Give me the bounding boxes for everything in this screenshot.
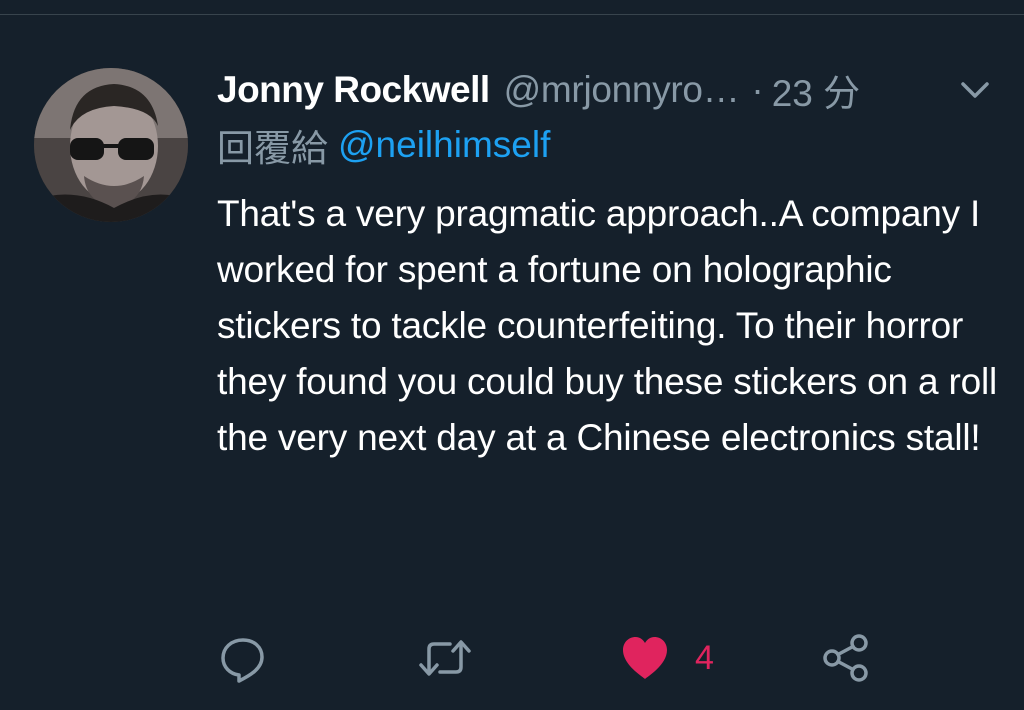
chevron-down-icon[interactable] (958, 77, 992, 103)
tweet-header: Jonny Rockwell @mrjonnyro… · 23 分 (217, 67, 997, 114)
retweet-icon (419, 640, 471, 676)
avatar[interactable] (34, 68, 188, 222)
author-handle[interactable]: @mrjonnyro… (504, 69, 740, 111)
retweet-button[interactable] (418, 633, 472, 683)
like-button[interactable]: 4 (621, 633, 714, 683)
share-button[interactable] (822, 633, 870, 683)
top-divider (0, 0, 1024, 15)
reply-mention-link[interactable]: @neilhimself (338, 124, 550, 166)
heart-icon (623, 637, 667, 679)
tweet[interactable]: Jonny Rockwell @mrjonnyro… · 23 分 回覆給 @n… (0, 15, 1024, 710)
avatar-image (34, 68, 188, 222)
reply-button[interactable] (218, 633, 268, 683)
author-display-name[interactable]: Jonny Rockwell (217, 69, 490, 111)
share-icon (823, 634, 868, 682)
reply-prefix: 回覆給 (217, 128, 328, 169)
action-bar: 4 (0, 633, 1024, 683)
separator-dot: · (751, 69, 764, 110)
like-count: 4 (695, 638, 714, 677)
tweet-text: That's a very pragmatic approach..A comp… (217, 193, 997, 458)
reply-icon (221, 638, 264, 683)
tweet-timestamp[interactable]: 23 分 (772, 63, 860, 117)
reply-context: 回覆給 @neilhimself (217, 123, 550, 169)
